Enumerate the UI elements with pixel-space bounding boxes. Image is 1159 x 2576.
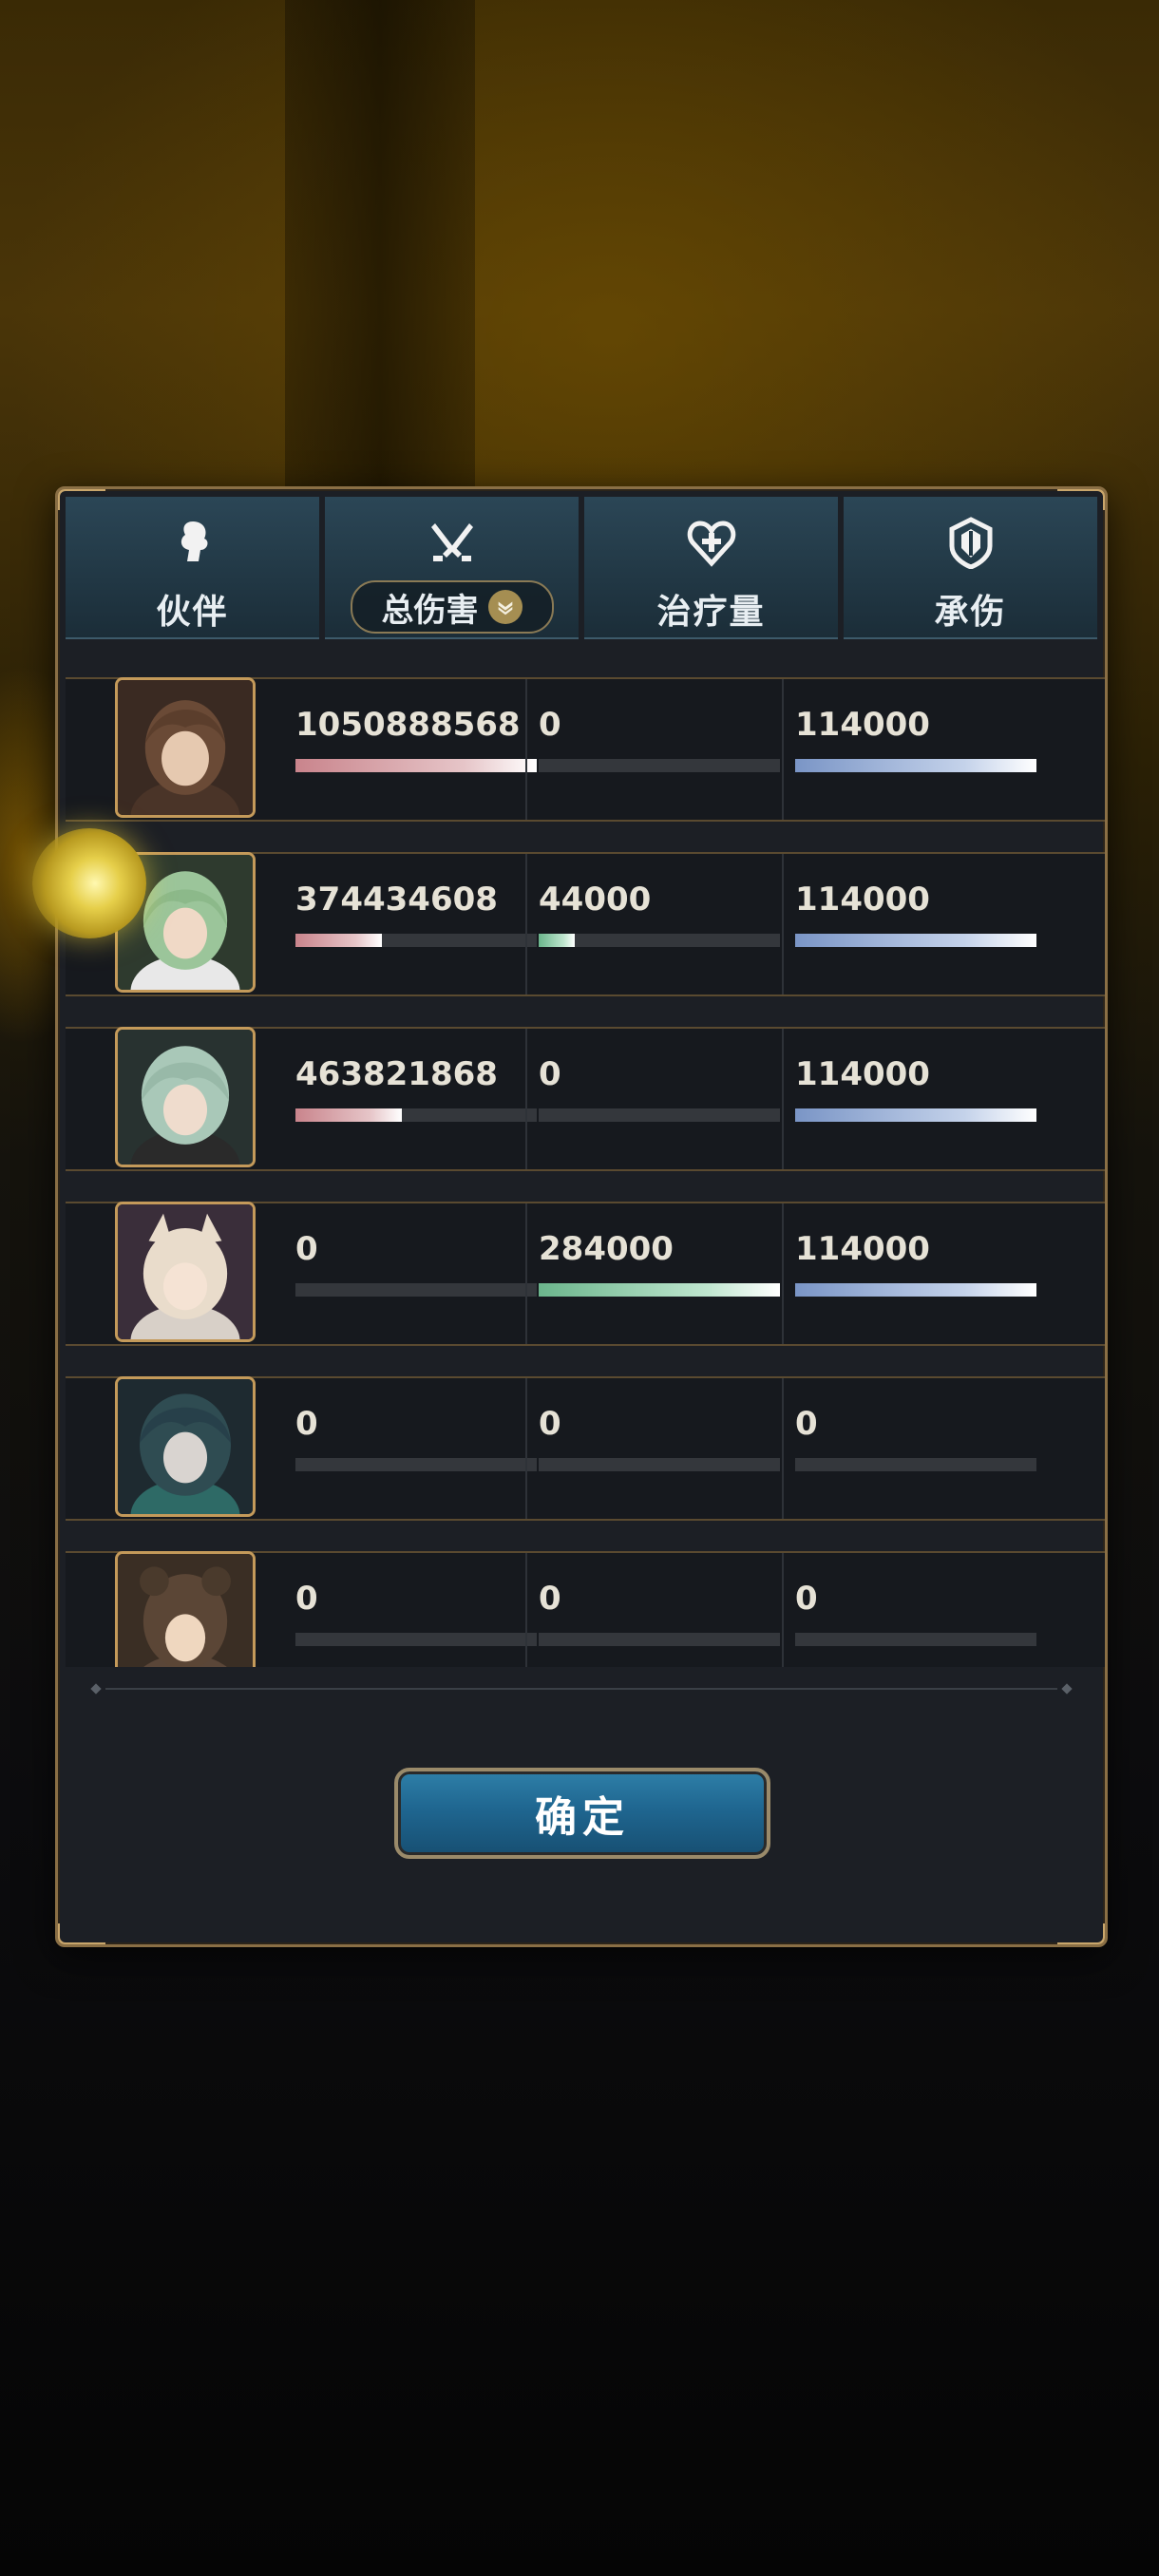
heal-bar: [539, 1458, 780, 1471]
character-6-portrait: [115, 1551, 256, 1667]
heal-cell: 0: [525, 1378, 784, 1519]
heal-cell: 44000: [525, 854, 784, 994]
taken-bar: [795, 1458, 1036, 1471]
taken-value: 114000: [795, 1230, 930, 1268]
heal-bar: [539, 1283, 780, 1297]
damage-value: 463821868: [295, 1055, 498, 1093]
battle-stats-panel: 伙伴 总伤害 治疗量 承伤 1050888568 0 114000 374434…: [55, 486, 1108, 1947]
tab-total-damage[interactable]: 总伤害: [325, 497, 579, 639]
tab-label: 伙伴: [156, 593, 229, 632]
damage-bar: [295, 759, 537, 772]
taken-cell: 0: [782, 1553, 1050, 1667]
heal-cell: 284000: [525, 1203, 784, 1344]
taken-bar: [795, 1283, 1036, 1297]
tab-partner[interactable]: 伙伴: [66, 497, 319, 639]
heal-bar: [539, 934, 780, 947]
damage-value: 1050888568: [295, 706, 521, 744]
partner-icon: [180, 521, 207, 561]
background-pillar: [285, 0, 475, 532]
character-1-portrait: [115, 677, 256, 818]
heal-value: 284000: [539, 1230, 674, 1268]
damage-bar: [295, 934, 537, 947]
sort-dropdown[interactable]: 总伤害: [350, 580, 554, 634]
taken-cell: 0: [782, 1378, 1050, 1519]
heal-bar: [539, 759, 780, 772]
heal-value: 0: [539, 1580, 561, 1618]
taken-value: 0: [795, 1580, 818, 1618]
taken-cell: 114000: [782, 1029, 1050, 1169]
damage-bar: [295, 1633, 537, 1646]
stats-list[interactable]: 1050888568 0 114000 374434608 44000 1140…: [66, 677, 1105, 1667]
table-row: 1050888568 0 114000: [66, 677, 1105, 822]
tab-damage-taken[interactable]: 承伤: [844, 497, 1097, 639]
damage-cell: 0: [269, 1378, 537, 1519]
tab-label: 承伤: [934, 593, 1007, 632]
table-row: 463821868 0 114000: [66, 1027, 1105, 1171]
shield-icon: [949, 517, 992, 569]
damage-value: 0: [295, 1230, 318, 1268]
heal-value: 0: [539, 1405, 561, 1443]
taken-bar: [795, 1633, 1036, 1646]
heal-cell: 0: [525, 1553, 784, 1667]
damage-value: 374434608: [295, 881, 498, 919]
panel-corner: [1057, 1923, 1105, 1944]
character-5-portrait: [115, 1376, 256, 1517]
heart-cross-icon: [687, 521, 735, 567]
damage-cell: 1050888568: [269, 679, 537, 820]
damage-cell: 0: [269, 1203, 537, 1344]
taken-bar: [795, 1108, 1036, 1122]
taken-bar: [795, 934, 1036, 947]
damage-value: 0: [295, 1405, 318, 1443]
character-4-portrait: [115, 1202, 256, 1342]
table-row: 0 0 0: [66, 1376, 1105, 1521]
panel-corner: [58, 1923, 105, 1944]
panel-divider: [105, 1688, 1057, 1690]
taken-bar: [795, 759, 1036, 772]
taken-cell: 114000: [782, 854, 1050, 994]
tab-label: 总伤害: [381, 591, 479, 630]
damage-bar: [295, 1283, 537, 1297]
table-row: 0 0 0: [66, 1551, 1105, 1667]
swords-icon: [430, 523, 473, 561]
damage-cell: 463821868: [269, 1029, 537, 1169]
table-row: 0 284000 114000: [66, 1202, 1105, 1346]
heal-cell: 0: [525, 1029, 784, 1169]
damage-value: 0: [295, 1580, 318, 1618]
taken-cell: 114000: [782, 1203, 1050, 1344]
heal-value: 0: [539, 1055, 561, 1093]
damage-cell: 374434608: [269, 854, 537, 994]
table-row: 374434608 44000 114000: [66, 852, 1105, 996]
damage-bar: [295, 1458, 537, 1471]
taken-cell: 114000: [782, 679, 1050, 820]
heal-cell: 0: [525, 679, 784, 820]
stats-header: 伙伴 总伤害 治疗量 承伤: [66, 497, 1097, 639]
heal-value: 44000: [539, 881, 652, 919]
chevron-down-icon: [487, 590, 522, 624]
tab-label: 治疗量: [656, 593, 766, 632]
damage-bar: [295, 1108, 537, 1122]
character-3-portrait: [115, 1027, 256, 1167]
heal-bar: [539, 1633, 780, 1646]
heal-value: 0: [539, 706, 561, 744]
taken-value: 114000: [795, 706, 930, 744]
heal-bar: [539, 1108, 780, 1122]
taken-value: 114000: [795, 1055, 930, 1093]
damage-cell: 0: [269, 1553, 537, 1667]
floating-assistant-bubble[interactable]: [32, 828, 146, 938]
tab-healing[interactable]: 治疗量: [584, 497, 838, 639]
taken-value: 0: [795, 1405, 818, 1443]
taken-value: 114000: [795, 881, 930, 919]
confirm-button[interactable]: 确定: [394, 1768, 770, 1859]
